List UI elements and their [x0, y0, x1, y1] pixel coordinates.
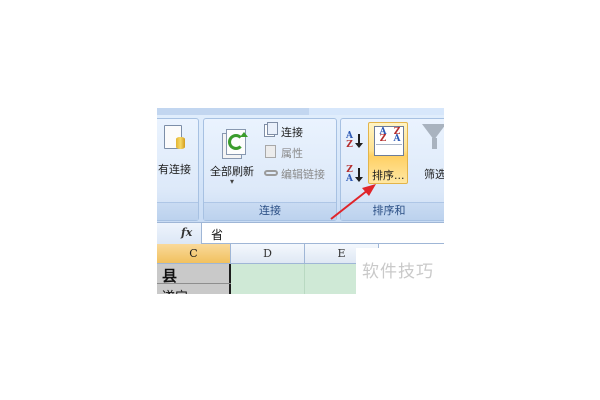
funnel-stem-icon: [432, 138, 437, 149]
edit-links-button[interactable]: 编辑链接: [264, 164, 338, 182]
sort-descending-button[interactable]: ZA: [345, 164, 365, 186]
edit-links-label: 编辑链接: [281, 168, 325, 181]
dropdown-arrow-icon: ▾: [230, 177, 235, 186]
filter-label: 筛选: [424, 168, 444, 181]
chain-link-icon: [264, 170, 278, 176]
cell-c-value[interactable]: 遂宁: [162, 286, 188, 294]
properties-label: 属性: [281, 147, 303, 160]
formula-bar-button-area: fx: [157, 223, 202, 244]
formula-input[interactable]: 省: [211, 226, 223, 243]
insert-function-button[interactable]: fx: [181, 226, 192, 239]
sort-dialog-icon: AZ ZA: [374, 126, 404, 156]
ribbon: 有连接 全部刷新 ▾ 连接 属性 编辑链接 连接 排序和 A Z Z A A Z…: [157, 108, 444, 222]
database-icon: [176, 137, 185, 149]
connections-icon-back: [267, 122, 278, 135]
connections-label: 连接: [281, 126, 303, 139]
filter-button[interactable]: 筛选: [415, 122, 444, 184]
column-header-d[interactable]: D: [231, 244, 305, 264]
group-footer: [157, 202, 198, 220]
refresh-all-button[interactable]: 全部刷新 ▾: [206, 121, 260, 197]
connections-button[interactable]: 连接: [264, 122, 334, 140]
sort-label: 排序...: [372, 169, 405, 182]
sort-za-icon: ZA: [346, 165, 353, 184]
sort-az-icon: AZ: [346, 131, 353, 150]
connections-group: 全部刷新 ▾ 连接 属性 编辑链接 连接: [203, 118, 337, 221]
column-header-c[interactable]: C: [157, 244, 231, 264]
ribbon-active-tab-edge: [309, 108, 444, 115]
existing-connections-group: 有连接: [157, 118, 199, 221]
column-c-cells[interactable]: 县 遂宁: [157, 264, 231, 294]
watermark: 软件技巧: [362, 262, 434, 282]
sort-button[interactable]: AZ ZA 排序...: [368, 122, 408, 184]
formula-bar: fx 省: [157, 222, 444, 244]
connections-group-label: 连接: [259, 204, 281, 217]
properties-button[interactable]: 属性: [264, 143, 334, 161]
arrow-down-icon: [355, 134, 363, 148]
existing-connections-button[interactable]: 有连接: [158, 161, 191, 177]
sort-ascending-button[interactable]: AZ: [345, 130, 365, 152]
sort-filter-group-label: 排序和: [372, 204, 406, 217]
refresh-arrow-icon: [240, 132, 248, 137]
column-d-cells[interactable]: [231, 264, 305, 294]
arrow-down-icon: [355, 168, 363, 182]
row-divider: [157, 283, 231, 284]
properties-icon: [265, 145, 276, 158]
